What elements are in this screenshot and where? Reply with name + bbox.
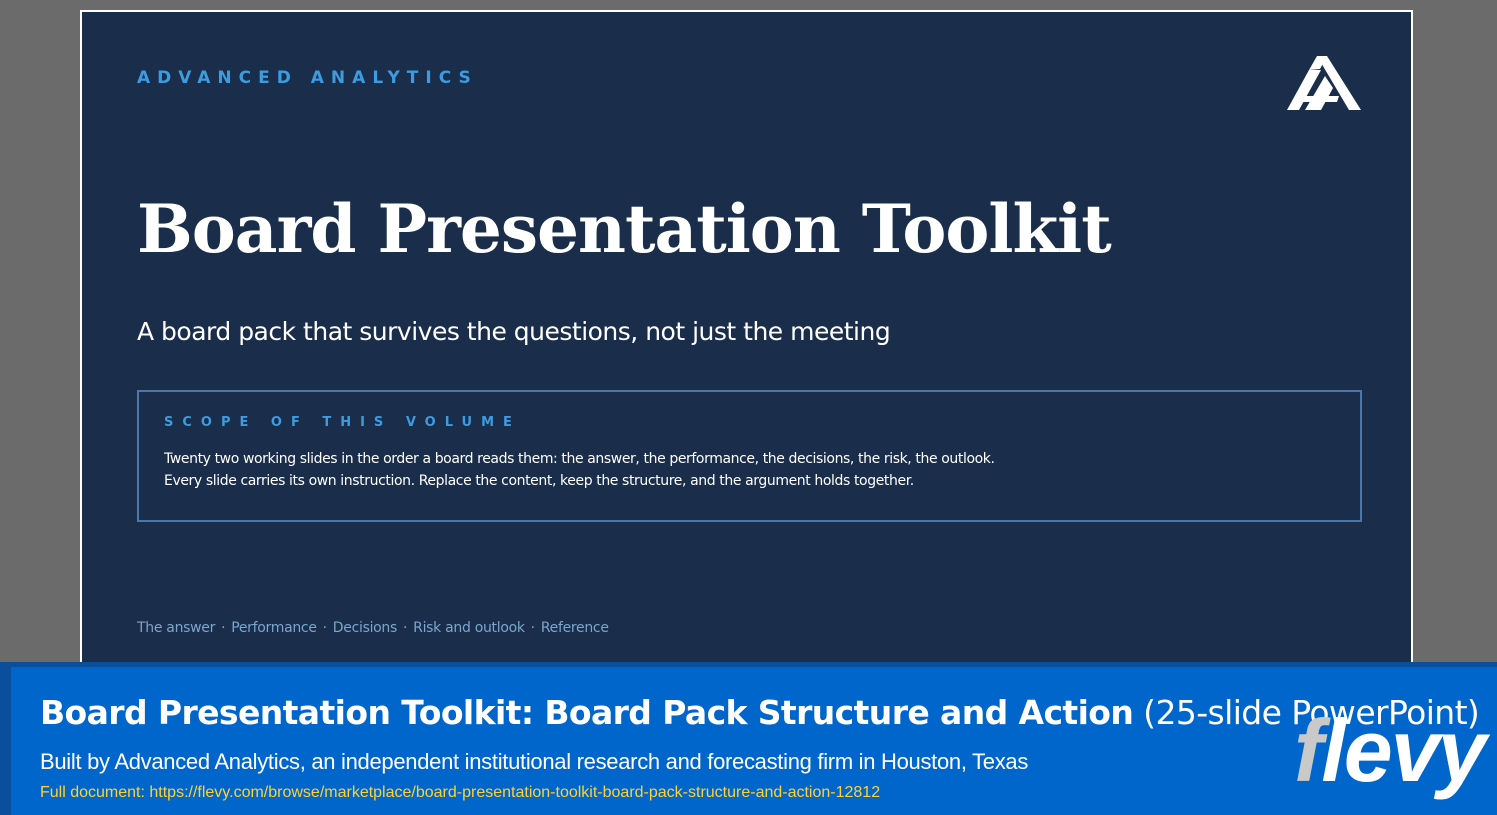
advanced-analytics-logo	[1287, 56, 1361, 110]
banner-panel: Board Presentation Toolkit: Board Pack S…	[11, 667, 1497, 815]
scope-label: SCOPE OF THIS VOLUME	[164, 415, 521, 430]
flevy-logo[interactable]: flevy	[1294, 707, 1487, 795]
nav-item-the-answer[interactable]: The answer	[137, 620, 215, 636]
scope-box: SCOPE OF THIS VOLUME Twenty two working …	[137, 390, 1362, 522]
scope-line: Every slide carries its own instruction.…	[164, 473, 914, 489]
nav-separator: ·	[530, 620, 535, 636]
nav-item-decisions[interactable]: Decisions	[333, 620, 398, 636]
nav-separator: ·	[403, 620, 408, 636]
document-link[interactable]: Full document: https://flevy.com/browse/…	[40, 784, 880, 802]
banner-title-main: Board Presentation Toolkit: Board Pack S…	[40, 693, 1134, 732]
banner-title: Board Presentation Toolkit: Board Pack S…	[40, 693, 1480, 732]
section-nav: The answer · Performance · Decisions · Risk an…	[137, 620, 609, 636]
scope-text: Twenty two working slides in the order a…	[164, 448, 995, 492]
flevy-banner: Board Presentation Toolkit: Board Pack S…	[0, 662, 1497, 815]
nav-separator: ·	[221, 620, 226, 636]
nav-item-performance[interactable]: Performance	[231, 620, 317, 636]
slide: ADVANCED ANALYTICS Board Presentation To…	[80, 10, 1413, 710]
banner-description: Built by Advanced Analytics, an independ…	[40, 749, 1029, 774]
flevy-logo-f: f	[1294, 701, 1323, 800]
nav-item-risk-and-outlook[interactable]: Risk and outlook	[413, 620, 525, 636]
flevy-logo-rest: levy	[1321, 701, 1486, 800]
scope-line: Twenty two working slides in the order a…	[164, 451, 995, 467]
nav-item-reference[interactable]: Reference	[541, 620, 609, 636]
nav-separator: ·	[322, 620, 327, 636]
slide-title: Board Presentation Toolkit	[137, 190, 1112, 268]
slide-subtitle: A board pack that survives the questions…	[137, 317, 891, 346]
brand-kicker: ADVANCED ANALYTICS	[137, 68, 478, 88]
